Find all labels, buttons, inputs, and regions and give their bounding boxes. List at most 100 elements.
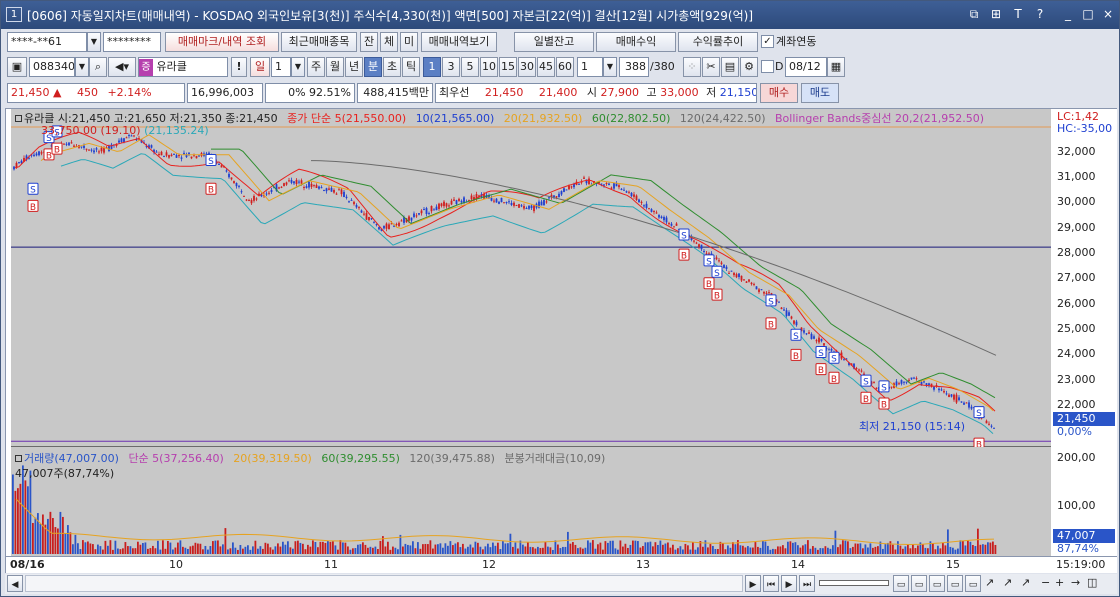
volume-bar [624,543,627,554]
scroll-left-icon[interactable]: ◀ [7,575,23,592]
candle-body [258,193,260,195]
return-trend-button[interactable]: 수익률추이 [678,32,758,52]
buy-button[interactable]: 매수 [760,83,798,103]
trade-profit-button[interactable]: 매매수익 [596,32,676,52]
link-icon[interactable]: ⧉ [965,6,983,23]
minute-button[interactable]: 분 [364,57,382,77]
trade-mark-button[interactable]: 매매마크/내역 조회 [165,32,279,52]
save-icon[interactable]: ▤ [721,57,739,77]
bid-ask-box: 최우선 21,450 21,400 시 27,900 고 33,000 저 21… [435,83,757,103]
week-button[interactable]: 주 [307,57,325,77]
help-icon[interactable]: ? [1031,6,1049,23]
minimize-button[interactable]: _ [1059,6,1077,23]
year-button[interactable]: 년 [345,57,363,77]
minute-10-button[interactable]: 10 [480,57,498,77]
scroll-right-icon[interactable]: ▶ [745,575,761,592]
alert-icon[interactable]: ! [231,57,247,77]
account-link-checkbox[interactable]: ✓ [761,35,774,48]
plot-area[interactable]: SBSBSBSBSBSBSBSBSBSBSBSBSBSB 유라클 시:21,45… [11,109,1051,556]
reset-icon[interactable]: ◫ [1087,573,1097,593]
grid-icon[interactable]: ⁘ [683,57,701,77]
candle-body [288,180,290,182]
unfilled-button[interactable]: 미 [400,32,418,52]
play-icon[interactable]: ▶ [781,575,797,592]
maximize-button[interactable]: □ [1079,6,1097,23]
month-button[interactable]: 월 [326,57,344,77]
code-dropdown-icon[interactable]: ▼ [75,57,89,77]
volume-bar [277,543,279,554]
day-count[interactable]: 1 [271,57,291,77]
tick-button[interactable]: 틱 [402,57,420,77]
volume-bar [359,544,362,554]
gear-icon[interactable]: ⚙ [740,57,758,77]
sell-button[interactable]: 매도 [801,83,839,103]
close-button[interactable]: × [1099,6,1117,23]
text-icon[interactable]: T [1009,6,1027,23]
range-input[interactable]: 388 [619,57,649,77]
account-input[interactable]: ****-**61 [7,32,87,52]
interval-count[interactable]: 1 [577,57,603,77]
date-input[interactable]: 08/12 [785,57,827,77]
trade-list-button[interactable]: 매매내역보기 [421,32,497,52]
password-field[interactable]: ******** [103,32,161,52]
last-icon[interactable]: ⏭ [799,575,815,592]
minute-15-button[interactable]: 15 [499,57,517,77]
second-button[interactable]: 초 [383,57,401,77]
first-icon[interactable]: ⏮ [763,575,779,592]
volume-value: 16,996,003 [187,83,263,103]
candle-body [38,151,40,156]
balance-button[interactable]: 잔 [360,32,378,52]
price-panel[interactable]: SBSBSBSBSBSBSBSBSBSBSBSBSBSB 유라클 시:21,45… [11,109,1051,447]
arrow-tool-2-icon[interactable]: ↗ [1003,573,1012,593]
volume-bar [72,544,74,554]
volume-bar [547,546,549,554]
y-axis[interactable]: LC:1,42 HC:-35,00 32,000 31,000 30,000 2… [1051,109,1117,556]
volume-bar [959,540,962,554]
layout-icon[interactable]: ⊞ [987,6,1005,23]
minute-1-button[interactable]: 1 [423,57,441,77]
volume-bar [534,548,537,554]
minute-45-button[interactable]: 45 [537,57,555,77]
scroll-right-2-icon[interactable]: → [1071,573,1080,593]
interval-dropdown-icon[interactable]: ▼ [603,57,617,77]
zoom-in-icon[interactable]: + [1055,573,1064,593]
view-2-icon[interactable]: ▭ [911,575,927,592]
date-checkbox[interactable] [761,60,774,73]
day-button[interactable]: 일 [250,57,270,77]
chart-area[interactable]: SBSBSBSBSBSBSBSBSBSBSBSBSBSB 유라클 시:21,45… [5,108,1117,573]
recent-trades-button[interactable]: 최근매매종목 [281,32,357,52]
stock-list-icon[interactable]: ▣ [7,57,27,77]
account-dropdown-icon[interactable]: ▼ [87,32,101,52]
candle-body [218,164,220,166]
candle-body [388,224,390,230]
volume-bar [937,545,939,554]
zoom-out-icon[interactable]: − [1041,573,1050,593]
daily-balance-button[interactable]: 일별잔고 [514,32,594,52]
volume-bar [317,547,319,554]
volume-bar [749,547,752,554]
zoom-slider[interactable] [819,580,889,586]
tool-icon[interactable]: ✂ [702,57,720,77]
view-5-icon[interactable]: ▭ [965,575,981,592]
volume-bar [517,548,519,554]
view-3-icon[interactable]: ▭ [929,575,945,592]
minute-60-button[interactable]: 60 [556,57,574,77]
stock-name-field[interactable]: 증 유라클 [138,57,228,77]
search-icon[interactable]: ⌕ [89,57,107,77]
volume-bar [644,542,647,554]
candle-body [165,152,168,156]
minute-3-button[interactable]: 3 [442,57,460,77]
speaker-icon[interactable]: ◀▾ [108,57,136,77]
minute-5-button[interactable]: 5 [461,57,479,77]
day-dropdown-icon[interactable]: ▼ [291,57,305,77]
view-1-icon[interactable]: ▭ [893,575,909,592]
candle-body [323,190,325,192]
stock-code-input[interactable]: 088340 [29,57,75,77]
scrollbar-track[interactable] [25,575,743,592]
view-4-icon[interactable]: ▭ [947,575,963,592]
minute-30-button[interactable]: 30 [518,57,536,77]
executed-button[interactable]: 체 [380,32,398,52]
arrow-tool-icon[interactable]: ↗ [985,573,994,593]
arrow-tool-3-icon[interactable]: ↗ [1021,573,1030,593]
calendar-icon[interactable]: ▦ [827,57,845,77]
